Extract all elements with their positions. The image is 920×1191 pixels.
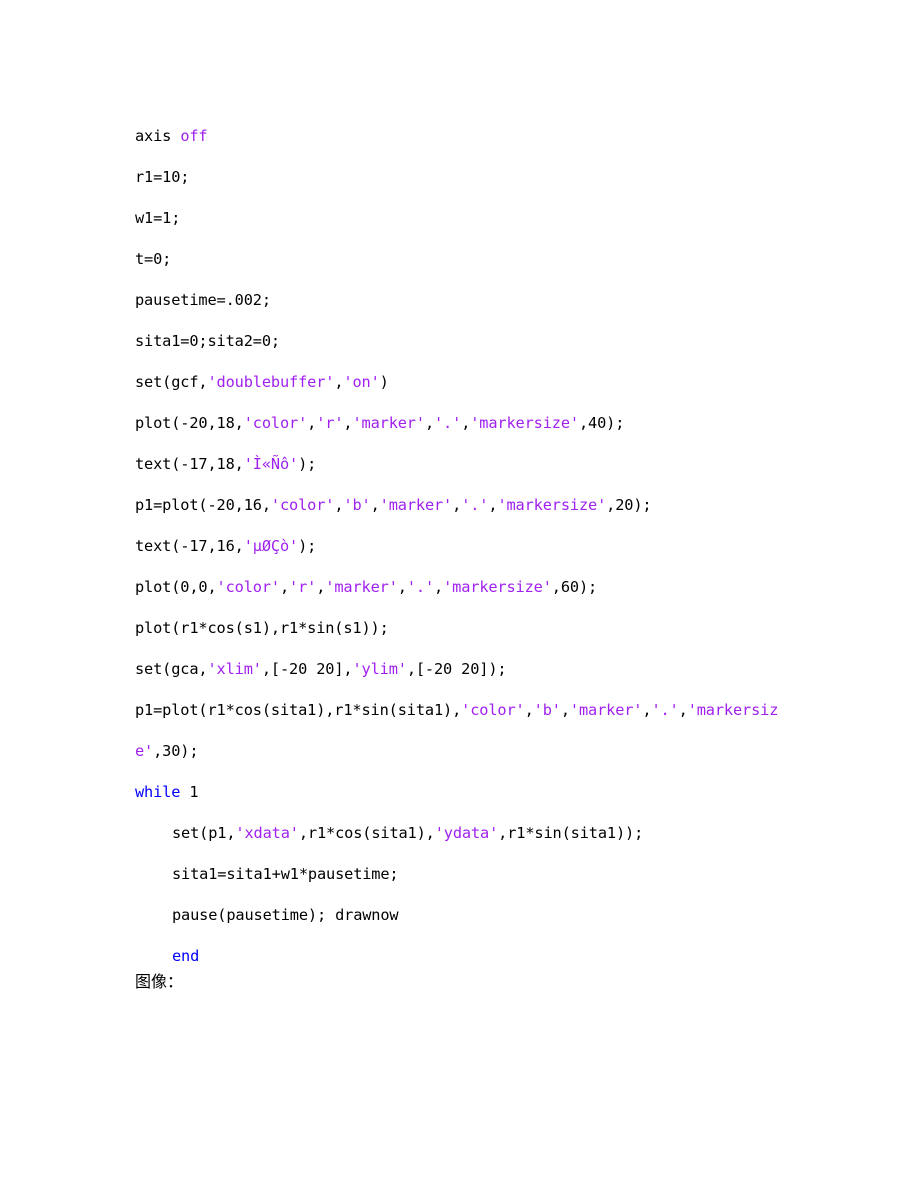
code-line: plot(0,0,'color','r','marker','.','marke… (135, 567, 790, 608)
code-token-string: 'markersize' (497, 496, 607, 514)
code-token-string: 'color' (270, 496, 335, 514)
code-token-string: '.' (406, 578, 435, 596)
code-token-plain: ,r1*cos(sita1), (298, 824, 435, 842)
code-token-plain: , (370, 496, 380, 514)
code-token-string: 'markersize' (470, 414, 579, 432)
code-line: set(gca,'xlim',[-20 20],'ylim',[-20 20])… (135, 649, 790, 690)
code-line: text(-17,18,'Ì«Ñô'); (135, 444, 790, 485)
code-token-plain: , (434, 578, 444, 596)
code-token-plain: text(-17,16, (135, 537, 244, 555)
code-line: p1=plot(r1*cos(sita1),r1*sin(sita1),'col… (135, 690, 790, 772)
code-line: axis off (135, 116, 790, 157)
code-token-plain: plot(0,0, (135, 578, 217, 596)
code-token-plain: set(p1, (172, 824, 236, 842)
code-token-string: 'µØÇò' (243, 537, 299, 555)
code-token-plain: axis (135, 127, 181, 145)
code-token-plain: , (524, 701, 534, 719)
code-token-string: 'xdata' (235, 824, 299, 842)
code-token-plain: ); (298, 455, 317, 473)
code-token-string: '.' (651, 701, 679, 719)
code-token-plain: text(-17,18, (135, 455, 244, 473)
code-token-plain: ,[-20 20], (261, 660, 353, 678)
code-token-string: 'r' (316, 414, 344, 432)
code-token-string: 'marker' (569, 701, 643, 719)
code-token-string: 'marker' (325, 578, 398, 596)
code-token-plain: , (424, 414, 434, 432)
code-token-plain: ,[-20 20]); (406, 660, 507, 678)
code-token-string: 'ydata' (434, 824, 499, 842)
code-token-string: '.' (434, 414, 462, 432)
code-token-string: '.' (461, 496, 489, 514)
code-token-plain: ,60); (551, 578, 598, 596)
code-token-string: 'xlim' (207, 660, 262, 678)
code-token-plain: p1=plot(r1*cos(sita1),r1*sin(sita1), (135, 701, 462, 719)
code-token-plain: pause(pausetime); drawnow (172, 906, 399, 924)
code-line: pausetime=.002; (135, 280, 790, 321)
code-token-plain: plot(-20,18, (135, 414, 244, 432)
matlab-code-block: axis off r1=10; w1=1; t=0; pausetime=.002; si… (135, 116, 790, 977)
code-token-plain: ); (298, 537, 317, 555)
code-token-string: 'Ì«Ñô' (243, 455, 299, 473)
code-token-plain: plot(r1*cos(s1),r1*sin(s1)); (135, 619, 389, 637)
code-token-plain: , (452, 496, 462, 514)
code-token-plain: w1=1; (135, 209, 181, 227)
code-token-plain: , (461, 414, 471, 432)
code-line: plot(r1*cos(s1),r1*sin(s1)); (135, 608, 790, 649)
code-token-keyword: end (172, 947, 200, 965)
code-line: text(-17,16,'µØÇò'); (135, 526, 790, 567)
code-token-plain: , (397, 578, 407, 596)
code-token-plain: set(gca, (135, 660, 208, 678)
code-token-plain: ,20); (606, 496, 652, 514)
code-token-string: 'marker' (379, 496, 453, 514)
code-token-plain: , (316, 578, 326, 596)
code-token-plain: set(gcf, (135, 373, 208, 391)
code-token-string: off (180, 127, 208, 145)
code-token-plain: ,40); (578, 414, 625, 432)
code-token-plain: ,r1*sin(sita1)); (498, 824, 644, 842)
code-token-string: 'doublebuffer' (207, 373, 335, 391)
code-token-string: 'b' (533, 701, 561, 719)
code-token-keyword: while (135, 783, 181, 801)
code-token-plain: ) (379, 373, 389, 391)
code-line: set(gcf,'doublebuffer','on') (135, 362, 790, 403)
code-token-plain: , (678, 701, 688, 719)
code-token-string: 'b' (343, 496, 371, 514)
code-token-string: 'on' (343, 373, 380, 391)
code-line: r1=10; (135, 157, 790, 198)
code-line: pause(pausetime); drawnow (135, 895, 790, 936)
code-line: set(p1,'xdata',r1*cos(sita1),'ydata',r1*… (135, 813, 790, 854)
code-line: plot(-20,18,'color','r','marker','.','ma… (135, 403, 790, 444)
code-token-string: 'color' (243, 414, 308, 432)
code-token-string: 'markersize' (443, 578, 552, 596)
code-token-plain: , (279, 578, 290, 596)
code-line: sita1=0;sita2=0; (135, 321, 790, 362)
code-token-plain: p1=plot(-20,16, (135, 496, 271, 514)
code-line: w1=1; (135, 198, 790, 239)
code-token-string: 'ylim' (352, 660, 407, 678)
code-token-plain: , (560, 701, 570, 719)
code-token-plain: sita1=0;sita2=0; (135, 332, 280, 350)
code-token-plain: r1=10; (135, 168, 190, 186)
code-token-plain: , (307, 414, 317, 432)
code-token-string: 'marker' (352, 414, 425, 432)
code-token-string: 'r' (289, 578, 317, 596)
document-page: axis off r1=10; w1=1; t=0; pausetime=.002; si… (0, 0, 920, 1191)
code-token-plain: pausetime=.002; (135, 291, 271, 309)
code-line: p1=plot(-20,16,'color','b','marker','.',… (135, 485, 790, 526)
figure-caption-block: 图像： (135, 970, 790, 994)
code-line: t=0; (135, 239, 790, 280)
code-token-plain: ,30); (153, 742, 199, 760)
code-token-plain: t=0; (135, 250, 172, 268)
code-token-plain: sita1=sita1+w1*pausetime; (172, 865, 399, 883)
figure-caption-text: 图像： (135, 972, 184, 991)
code-token-string: 'color' (216, 578, 281, 596)
code-line: sita1=sita1+w1*pausetime; (135, 854, 790, 895)
code-token-plain: 1 (180, 783, 199, 801)
code-token-string: 'color' (461, 701, 525, 719)
code-line: while 1 (135, 772, 790, 813)
